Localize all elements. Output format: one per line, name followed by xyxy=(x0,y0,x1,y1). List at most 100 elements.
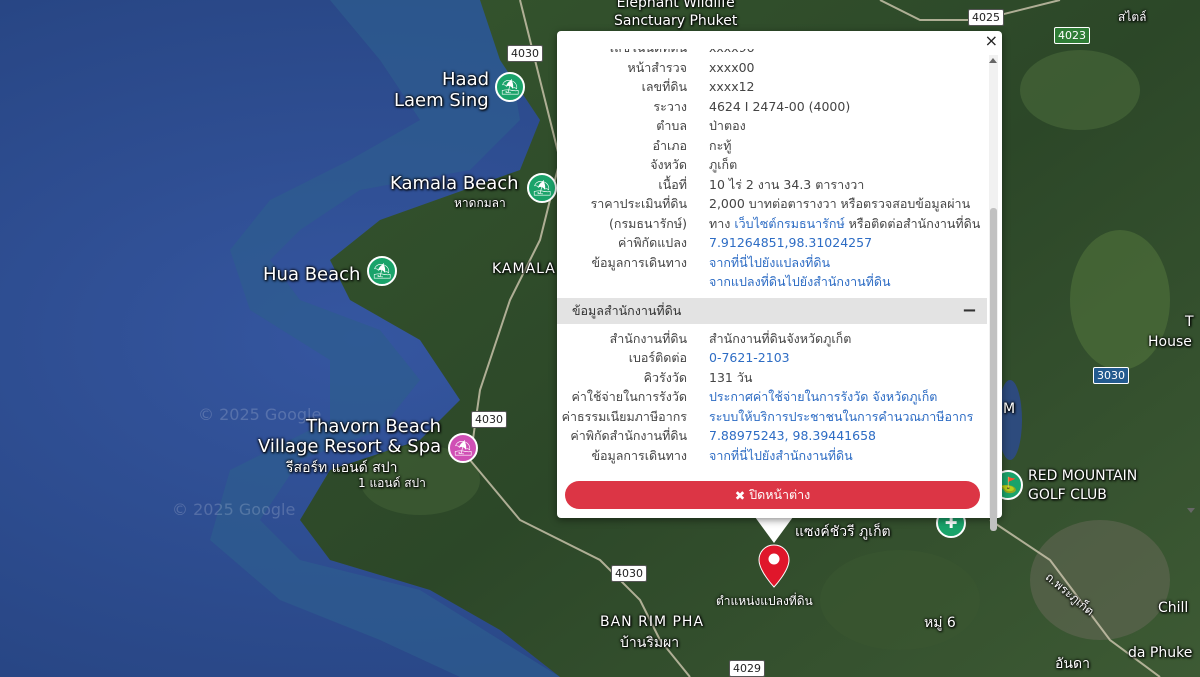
price-value: 2,000 บาทต่อตารางวา หรือตรวจสอบข้อมูลผ่า… xyxy=(709,196,971,211)
info-row: ระวาง 4624 I 2474-00 (4000) xyxy=(557,97,987,117)
info-key: เนื้อที่ xyxy=(658,176,687,192)
map-label-phuket-right: da Phuke xyxy=(1128,645,1193,661)
office-section-header[interactable]: ข้อมูลสำนักงานที่ดิน − xyxy=(557,297,987,324)
map-label-kamala-beach: Kamala Beach xyxy=(390,173,519,194)
info-value: 4624 I 2474-00 (4000) xyxy=(709,98,851,114)
info-key: อำเภอ xyxy=(652,137,687,153)
office-key: คิวรังวัด xyxy=(643,369,687,385)
info-row: เนื้อที่ 10 ไร่ 2 งาน 34.3 ตารางวา xyxy=(557,175,987,195)
scroll-down-icon[interactable] xyxy=(1187,508,1195,513)
price-key-2: (กรมธนารักษ์) xyxy=(609,215,687,231)
map-label-right-top-th: สไตล์ xyxy=(1118,10,1147,24)
map-label-kamala-beach-th: หาดกมลา xyxy=(454,196,506,210)
info-value: กะทู้ xyxy=(709,137,732,153)
office-key: เบอร์ติดต่อ xyxy=(628,350,687,365)
info-row: เลขที่ดิน xxxx12 xyxy=(557,77,987,97)
scrollbar-thumb[interactable] xyxy=(990,208,997,531)
resort-poi-icon[interactable]: ⛱ xyxy=(448,433,478,463)
treasury-website-link[interactable]: เว็บไซต์กรมธนารักษ์ xyxy=(734,216,844,231)
collapse-icon[interactable]: − xyxy=(962,301,977,319)
map-label-bottom-right-th: อันดา xyxy=(1055,656,1090,672)
price-key: ราคาประเมินที่ดิน xyxy=(590,196,687,211)
map-label-ban-rim-pha-th: บ้านริมผา xyxy=(620,635,680,651)
map-label-hua-beach: Hua Beach xyxy=(263,264,361,285)
office-key: สำนักงานที่ดิน xyxy=(609,330,687,346)
office-row: ค่าพิกัดสำนักงานที่ดิน 7.88975243, 98.394… xyxy=(557,426,987,446)
info-value: xxxx12 xyxy=(709,79,755,94)
info-row: อำเภอ กะทู้ xyxy=(557,136,987,156)
info-row: จังหวัด ภูเก็ต xyxy=(557,155,987,175)
route-shield-4025: 4025 xyxy=(968,9,1004,26)
beach-poi-icon[interactable]: ⛱ xyxy=(367,256,397,286)
office-row: ค่าธรรมเนียมภาษีอากร ระบบให้บริการประชาชน… xyxy=(557,407,987,427)
info-row: เลขโฉนดที่ดินxxxx96 xyxy=(557,49,987,58)
map-label-chill: Chill xyxy=(1158,600,1189,616)
info-value: xxxx00 xyxy=(709,59,755,75)
map-watermark: © 2025 Google xyxy=(198,405,322,424)
beach-poi-icon[interactable]: ⛱ xyxy=(527,173,557,203)
map-label-thavorn-line2: Village Resort & Spa xyxy=(258,436,442,457)
price-row-2: (กรมธนารักษ์) ทาง เว็บไซต์กรมธนารักษ์ หร… xyxy=(557,214,987,234)
price-value-2: ทาง เว็บไซต์กรมธนารักษ์ หรือติดต่อสำนักง… xyxy=(709,215,981,231)
info-row: ตำบล ป่าตอง xyxy=(557,116,987,136)
directions-row-2: จากแปลงที่ดินไปยังสำนักงานที่ดิน xyxy=(557,272,987,292)
map-label-ban-rim-pha: BAN RIM PHA xyxy=(600,614,705,630)
close-button-label: ปิดหน้าต่าง xyxy=(749,487,811,502)
tax-calculator-link[interactable]: ระบบให้บริการประชาชนในการคำนวณภาษีอากร xyxy=(709,407,987,427)
price-row: ราคาประเมินที่ดิน 2,000 บาทต่อตารางวา หร… xyxy=(557,194,987,214)
location-pin-icon[interactable] xyxy=(757,543,791,593)
directions-to-office-link[interactable]: จากที่นี่ไปยังสำนักงานที่ดิน xyxy=(709,446,987,466)
info-value: ภูเก็ต xyxy=(709,157,738,172)
map-label-thavorn-line1: Thavorn Beach xyxy=(306,416,442,437)
popup-scroll-area[interactable]: เลขโฉนดที่ดินxxxx96 หน้าสำรวจ xxxx00 เลขท… xyxy=(557,49,987,487)
survey-fee-link[interactable]: ประกาศค่าใช้จ่ายในการรังวัด จังหวัดภูเก็… xyxy=(709,387,987,407)
map-label-thavorn-th2: 1 แอนด์ สปา xyxy=(358,476,426,490)
info-key: จังหวัด xyxy=(650,157,687,172)
office-value: 131 วัน xyxy=(709,369,753,385)
route-shield-3030: 3030 xyxy=(1093,367,1129,384)
map-watermark: © 2025 Google xyxy=(172,500,296,519)
map-label-laem-sing: Laem Sing xyxy=(394,90,489,111)
info-value: xxxx96 xyxy=(709,49,987,58)
route-shield-4030-mid: 4030 xyxy=(471,411,507,428)
office-key: ค่าพิกัดสำนักงานที่ดิน xyxy=(570,428,687,443)
office-phone-link[interactable]: 0-7621-2103 xyxy=(709,348,987,368)
directions-to-plot-link[interactable]: จากที่นี่ไปยังแปลงที่ดิน xyxy=(709,253,987,273)
office-key: ข้อมูลการเดินทาง xyxy=(591,447,687,463)
coords-row: ค่าพิกัดแปลง 7.91264851,98.31024257 xyxy=(557,233,987,253)
office-row: ข้อมูลการเดินทาง จากที่นี่ไปยังสำนักงานที… xyxy=(557,446,987,466)
map-label-elephant-sanctuary: Elephant Wildlife Sanctuary Phuket xyxy=(614,0,738,29)
beach-poi-icon[interactable]: ⛱ xyxy=(495,72,525,102)
close-window-button[interactable]: ✖ ปิดหน้าต่าง xyxy=(565,481,980,509)
close-icon[interactable]: × xyxy=(985,33,998,49)
map-label-t: T xyxy=(1185,314,1194,330)
office-coords-link[interactable]: 7.88975243, 98.39441658 xyxy=(709,426,987,446)
office-row: ค่าใช้จ่ายในการรังวัด ประกาศค่าใช้จ่ายในก… xyxy=(557,387,987,407)
directions-row: ข้อมูลการเดินทาง จากที่นี่ไปยังแปลงที่ดิ… xyxy=(557,253,987,273)
marker-label: ตำแหน่งแปลงที่ดิน xyxy=(716,594,813,608)
office-info-rows: สำนักงานที่ดิน สำนักงานที่ดินจังหวัดภูเก็… xyxy=(557,329,987,466)
scroll-up-icon[interactable] xyxy=(989,58,997,63)
info-row: หน้าสำรวจ xxxx00 xyxy=(557,58,987,78)
map-label-red-mountain-1: RED MOUNTAIN xyxy=(1028,468,1138,484)
office-key: ค่าใช้จ่ายในการรังวัด xyxy=(571,389,687,404)
info-key: เลขโฉนดที่ดิน xyxy=(557,49,709,58)
info-value: 10 ไร่ 2 งาน 34.3 ตารางวา xyxy=(709,176,865,192)
map-label-moo6: หมู่ 6 xyxy=(924,615,956,631)
route-shield-4023: 4023 xyxy=(1054,27,1090,44)
info-key: หน้าสำรวจ xyxy=(627,59,687,75)
land-info-rows: เลขโฉนดที่ดินxxxx96 หน้าสำรวจ xxxx00 เลขท… xyxy=(557,49,987,292)
map-label-house: House xyxy=(1148,334,1192,350)
info-key: เลขที่ดิน xyxy=(641,79,687,94)
plot-coords-link[interactable]: 7.91264851,98.31024257 xyxy=(709,233,987,253)
info-key: ระวาง xyxy=(653,98,687,114)
route-shield-4030-top: 4030 xyxy=(507,45,543,62)
route-shield-4029: 4029 xyxy=(729,660,765,677)
map-label-kamala: KAMALA xyxy=(492,261,556,277)
directions-plot-to-office-link[interactable]: จากแปลงที่ดินไปยังสำนักงานที่ดิน xyxy=(709,272,987,292)
map-label-m: M xyxy=(1003,401,1016,417)
office-row: เบอร์ติดต่อ 0-7621-2103 xyxy=(557,348,987,368)
office-row: สำนักงานที่ดิน สำนักงานที่ดินจังหวัดภูเก็… xyxy=(557,329,987,349)
info-value: ป่าตอง xyxy=(709,118,746,133)
close-x-icon: ✖ xyxy=(734,487,746,503)
